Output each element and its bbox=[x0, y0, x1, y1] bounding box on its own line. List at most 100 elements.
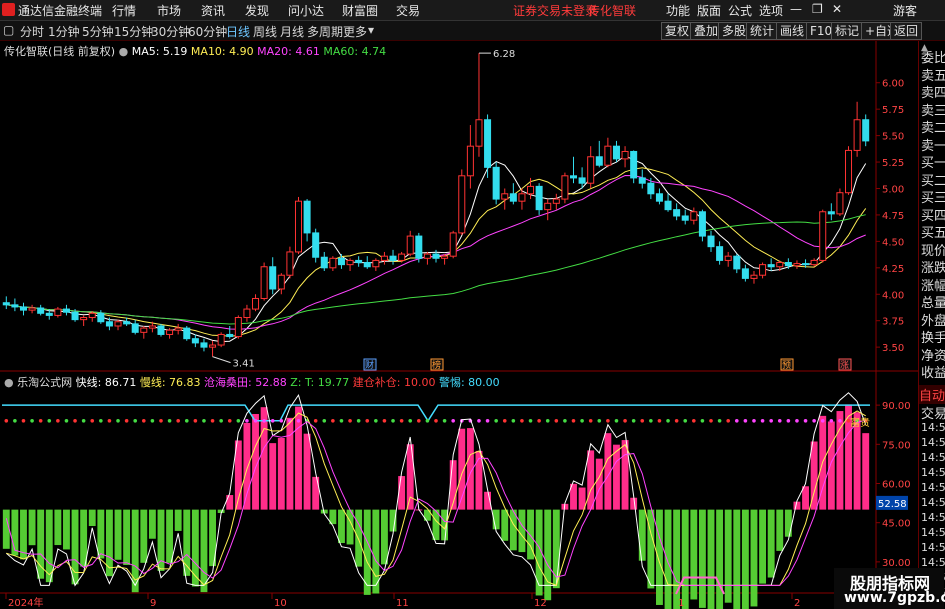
side-item[interactable]: 现价 bbox=[921, 240, 945, 259]
trade-label[interactable]: 交易 bbox=[921, 403, 945, 422]
candle-body bbox=[415, 235, 423, 259]
restore-icon[interactable]: ❐ bbox=[812, 2, 823, 16]
menu-item-trade[interactable]: 交易 bbox=[396, 2, 420, 19]
signal-dot bbox=[795, 419, 799, 423]
param-sea-value: 52.88 bbox=[255, 376, 287, 389]
tab-period-60min[interactable]: 60分钟 bbox=[188, 23, 227, 40]
side-item[interactable]: 买二 bbox=[921, 170, 945, 189]
ma10-label: MA10: 4.90 bbox=[190, 45, 254, 58]
signal-dot bbox=[64, 419, 69, 423]
histogram-bar bbox=[140, 509, 148, 563]
side-item[interactable]: 卖三 bbox=[921, 100, 945, 119]
tab-period-weekly[interactable]: 周线 bbox=[253, 23, 277, 40]
side-item[interactable]: 委比 bbox=[921, 47, 945, 66]
menu-item-formula[interactable]: 公式 bbox=[728, 2, 752, 19]
candle-body bbox=[561, 175, 569, 200]
tab-period-30min[interactable]: 30分钟 bbox=[151, 23, 190, 40]
candle-body bbox=[647, 182, 655, 195]
side-item[interactable]: 净资 bbox=[921, 345, 945, 364]
candle-body bbox=[604, 145, 612, 166]
statistics-button[interactable]: 统计 bbox=[746, 22, 779, 40]
trade-time: 14:56 bbox=[921, 526, 945, 539]
side-item[interactable]: 涨幅 bbox=[921, 275, 945, 294]
histogram-bar bbox=[71, 509, 79, 585]
candle-body bbox=[200, 342, 208, 348]
histogram-bar bbox=[114, 509, 122, 560]
menu-item-options[interactable]: 选项 bbox=[759, 2, 783, 19]
side-item[interactable]: 外盘 bbox=[921, 310, 945, 329]
candle bbox=[260, 262, 268, 301]
signal-dot bbox=[545, 419, 550, 423]
tab-period-daily[interactable]: 日线 bbox=[226, 23, 250, 40]
tab-period-5min[interactable]: 5分钟 bbox=[82, 23, 114, 40]
histogram-bar bbox=[741, 509, 749, 609]
side-item[interactable]: 卖一 bbox=[921, 135, 945, 154]
close-icon[interactable]: ✕ bbox=[832, 2, 842, 16]
tab-period-more[interactable]: 更多 bbox=[343, 23, 367, 40]
signal-dot bbox=[262, 419, 266, 423]
param-z-label: Z: bbox=[290, 376, 302, 389]
menu-item-news[interactable]: 资讯 bbox=[201, 2, 225, 19]
candle bbox=[630, 150, 638, 184]
minimize-icon[interactable]: — bbox=[790, 2, 802, 16]
menu-bar: 通达信金融终端 行情 市场 资讯 发现 问小达 财富圈 交易 证券交易未登录 传… bbox=[0, 0, 945, 21]
side-item[interactable]: 收益 bbox=[921, 362, 945, 381]
candle-body bbox=[398, 253, 406, 261]
tab-period-1min[interactable]: 1分钟 bbox=[48, 23, 80, 40]
signal-dot bbox=[511, 419, 516, 423]
side-item[interactable]: 换手 bbox=[921, 327, 945, 346]
side-item[interactable]: 卖四 bbox=[921, 82, 945, 101]
candle-body bbox=[664, 200, 672, 211]
side-item[interactable]: 总量 bbox=[921, 292, 945, 311]
event-marker[interactable]: 涨 bbox=[838, 358, 852, 371]
candle-body bbox=[423, 253, 431, 259]
candle-body bbox=[836, 192, 844, 215]
side-item[interactable]: 买一 bbox=[921, 152, 945, 171]
menu-item-ask[interactable]: 问小达 bbox=[288, 2, 324, 19]
mark-button[interactable]: 标记 bbox=[831, 22, 864, 40]
histogram-bar bbox=[2, 509, 10, 549]
tab-period-15min[interactable]: 15分钟 bbox=[114, 23, 153, 40]
event-marker[interactable]: 预 bbox=[780, 358, 794, 371]
event-marker[interactable]: 财 bbox=[363, 358, 377, 371]
price-tick-label: 4.50 bbox=[882, 237, 904, 248]
guest-label[interactable]: 游客 bbox=[893, 2, 917, 19]
menu-item-discover[interactable]: 发现 bbox=[245, 2, 269, 19]
tab-period-monthly[interactable]: 月线 bbox=[280, 23, 304, 40]
settings-dot-icon[interactable]: ● bbox=[119, 45, 129, 58]
candle bbox=[458, 169, 466, 236]
menu-item-layout[interactable]: 版面 bbox=[697, 2, 721, 19]
back-button[interactable]: 返回 bbox=[890, 22, 923, 40]
candle-body bbox=[380, 255, 388, 261]
side-item[interactable]: 卖二 bbox=[921, 117, 945, 136]
candle-body bbox=[11, 304, 19, 308]
menu-item-market[interactable]: 行情 bbox=[112, 2, 136, 19]
login-warning[interactable]: 证券交易未登录 bbox=[513, 2, 597, 19]
menu-item-wealth[interactable]: 财富圈 bbox=[342, 2, 378, 19]
indicator-settings-icon[interactable]: ● bbox=[4, 376, 14, 389]
draw-line-button[interactable]: 画线 bbox=[776, 22, 809, 40]
side-item[interactable]: 买四 bbox=[921, 205, 945, 224]
side-item[interactable]: 涨跌 bbox=[921, 257, 945, 276]
signal-dot bbox=[133, 419, 138, 423]
candle-body bbox=[552, 198, 560, 204]
signal-dot bbox=[159, 419, 163, 423]
tab-period-multi[interactable]: 多周期 bbox=[307, 23, 343, 40]
side-item[interactable]: 卖五 bbox=[921, 65, 945, 84]
signal-dot bbox=[528, 419, 533, 423]
signal-dot bbox=[786, 419, 791, 423]
chart-area[interactable]: 6.00 5.75 5.50 5.25 5.00 4.75 4.50 4.25 4.00 3.75… bbox=[0, 41, 918, 609]
side-item[interactable]: 买三 bbox=[921, 187, 945, 206]
event-marker[interactable]: 榜 bbox=[430, 358, 444, 371]
side-item[interactable]: 买五 bbox=[921, 222, 945, 241]
adjust-button[interactable]: 复权 bbox=[661, 22, 694, 40]
tab-period-intraday[interactable]: 分时 bbox=[20, 23, 44, 40]
period-checkbox-icon[interactable]: ▢ bbox=[3, 23, 14, 37]
menu-item-function[interactable]: 功能 bbox=[666, 2, 690, 19]
menu-item-market-center[interactable]: 市场 bbox=[157, 2, 181, 19]
signal-dot bbox=[356, 419, 361, 423]
high-price-label: 6.28 bbox=[493, 49, 515, 60]
auto-button[interactable]: 自动 bbox=[919, 385, 945, 404]
candle-body bbox=[690, 211, 698, 221]
more-dropdown-icon[interactable]: ▾ bbox=[368, 23, 374, 37]
